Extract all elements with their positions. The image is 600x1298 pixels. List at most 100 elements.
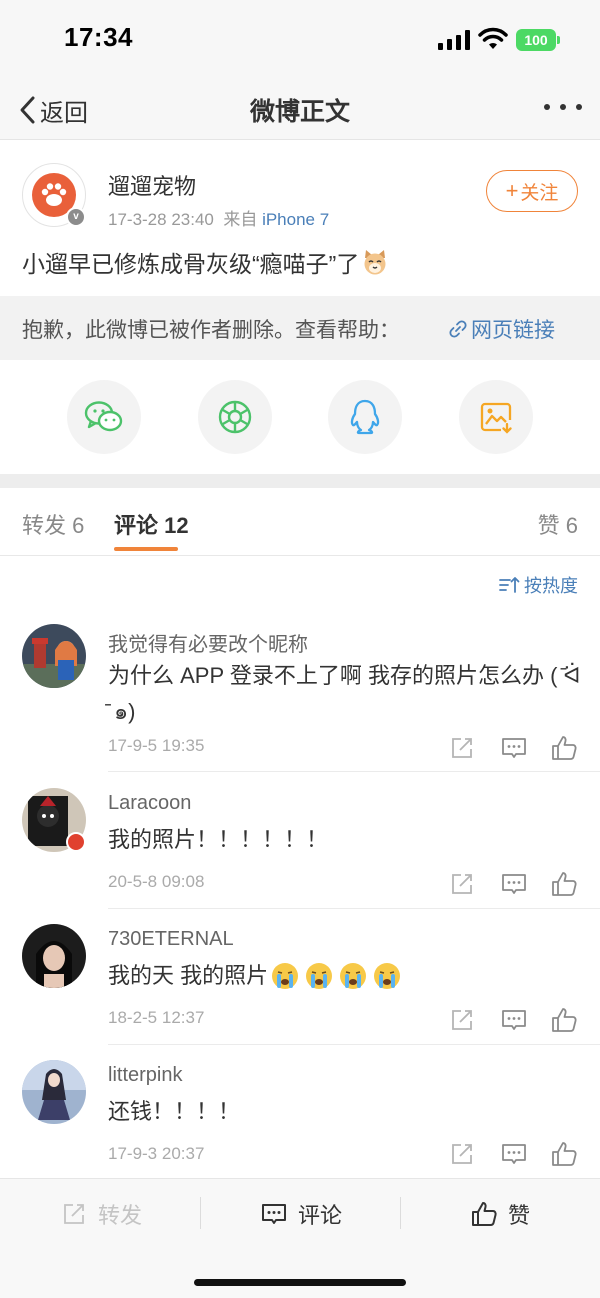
deleted-notice: 抱歉，此微博已被作者删除。查看帮助： 网页链接: [0, 296, 600, 360]
sort-label: 按热度: [524, 576, 578, 596]
repost-button[interactable]: 转发: [60, 1199, 142, 1229]
section-divider: [0, 474, 600, 488]
comment-time: 17-9-5 19:35: [108, 736, 205, 755]
status-bar: 17:34 100: [0, 0, 600, 80]
follow-label: 关注: [520, 182, 559, 204]
crying-emoji-icon: [374, 963, 401, 989]
post-body: 小遛早已修炼成骨灰级“瘾喵子”了: [22, 251, 360, 277]
more-dot-icon: [576, 104, 582, 110]
comment-button[interactable]: 评论: [260, 1199, 342, 1229]
commenter-name[interactable]: 730ETERNAL: [108, 928, 234, 951]
commenter-name[interactable]: Laracoon: [108, 792, 191, 815]
commenter-avatar[interactable]: [22, 1060, 86, 1124]
share-icon[interactable]: [448, 1006, 476, 1034]
more-dot-icon: [560, 104, 566, 110]
comment-time: 20-5-8 09:08: [108, 872, 205, 891]
page-title: 微博正文: [249, 98, 350, 126]
comment-icon[interactable]: [500, 1006, 528, 1034]
author-name[interactable]: 遛遛宠物: [108, 169, 196, 201]
comment-text: 我的天 我的照片: [108, 963, 269, 988]
like-label: 赞: [508, 1203, 531, 1228]
battery-level: 100: [516, 29, 556, 51]
like-icon[interactable]: [550, 734, 578, 762]
commenter-avatar[interactable]: [22, 624, 86, 688]
comment-divider: [108, 1044, 600, 1045]
share-icon[interactable]: [448, 734, 476, 762]
wifi-icon: [478, 27, 508, 49]
comment-icon[interactable]: [500, 734, 528, 762]
commenter-avatar[interactable]: [22, 924, 86, 988]
battery-icon: 100: [516, 29, 560, 51]
share-row: [0, 380, 600, 456]
navigation-bar: 返回 微博正文: [0, 80, 600, 140]
crying-emoji-group: [270, 961, 402, 991]
comment-time: 17-9-3 20:37: [108, 1144, 205, 1163]
help-link-label: 网页链接: [471, 319, 555, 342]
like-icon[interactable]: [550, 870, 578, 898]
share-wechat-button[interactable]: [67, 380, 141, 454]
like-icon[interactable]: [550, 1006, 578, 1034]
comment-actions: [448, 1006, 578, 1034]
sort-icon: [499, 577, 520, 593]
active-tab-indicator: [114, 547, 178, 551]
verified-badge-icon: v: [66, 207, 86, 227]
comment-icon[interactable]: [500, 1140, 528, 1168]
comment-text: 为什么 APP 登录不上了啊 我存的照片怎么办 ( ̄ᐛ ̄ ๑): [108, 663, 581, 724]
bottom-action-bar: 转发 评论 赞: [0, 1178, 600, 1298]
tab-bar: 转发 6 评论 12 赞 6: [0, 488, 600, 556]
comment-label: 评论: [298, 1203, 343, 1228]
comment-text: 我的照片！！！！！！: [108, 827, 329, 852]
repost-icon: [64, 1204, 84, 1224]
post-text: 小遛早已修炼成骨灰级“瘾喵子”了: [22, 245, 389, 279]
comment-text: 还钱！！！！: [108, 1099, 241, 1124]
crying-emoji-icon: [340, 963, 367, 989]
comment-icon[interactable]: [500, 870, 528, 898]
cat-emoji-icon: [364, 250, 386, 275]
follow-button[interactable]: + 关注: [486, 170, 578, 212]
comment-actions: [448, 1140, 578, 1168]
deleted-message: 抱歉，此微博已被作者删除。查看帮助：: [22, 319, 400, 342]
bar-separator: [200, 1197, 201, 1229]
wechat-icon: [84, 401, 123, 432]
comment-time: 18-2-5 12:37: [108, 1008, 205, 1027]
help-link[interactable]: 网页链接: [448, 314, 555, 344]
share-icon[interactable]: [448, 1140, 476, 1168]
home-indicator[interactable]: [194, 1279, 406, 1286]
like-button[interactable]: 赞: [470, 1199, 530, 1229]
cellular-signal-icon: [438, 30, 470, 50]
more-dot-icon: [544, 104, 550, 110]
comment-actions: [448, 870, 578, 898]
comment-text-row: 我的天 我的照片: [108, 958, 583, 994]
comment-icon: [262, 1204, 286, 1224]
post-device[interactable]: iPhone 7: [262, 210, 329, 229]
moments-icon: [218, 400, 252, 434]
comment-divider: [108, 771, 600, 772]
tab-repost[interactable]: 转发 6: [22, 508, 84, 540]
link-icon: [449, 320, 467, 338]
post-timestamp: 17-3-28 23:40: [108, 210, 214, 229]
comment-actions: [448, 734, 578, 762]
qq-icon: [350, 399, 380, 435]
share-moments-button[interactable]: [198, 380, 272, 454]
tab-comments[interactable]: 评论 12: [114, 508, 189, 540]
member-badge-icon: [66, 832, 86, 852]
save-image-button[interactable]: [459, 380, 533, 454]
comment-divider: [108, 908, 600, 909]
save-image-icon: [480, 402, 512, 434]
tab-likes[interactable]: 赞 6: [538, 508, 578, 540]
like-icon: [472, 1202, 497, 1226]
post-source-prefix: 来自: [223, 210, 258, 229]
bar-separator: [400, 1197, 401, 1229]
commenter-name[interactable]: litterpink: [108, 1064, 182, 1087]
share-qq-button[interactable]: [328, 380, 402, 454]
like-icon[interactable]: [550, 1140, 578, 1168]
sort-by-hot-button[interactable]: 按热度: [498, 572, 578, 598]
more-options-button[interactable]: [544, 102, 582, 112]
repost-label: 转发: [98, 1203, 143, 1228]
share-icon[interactable]: [448, 870, 476, 898]
status-time: 17:34: [64, 22, 133, 52]
crying-emoji-icon: [306, 963, 333, 989]
crying-emoji-icon: [272, 963, 299, 989]
commenter-name[interactable]: 我觉得有必要改个昵称: [108, 628, 308, 657]
plus-icon: +: [505, 178, 519, 203]
